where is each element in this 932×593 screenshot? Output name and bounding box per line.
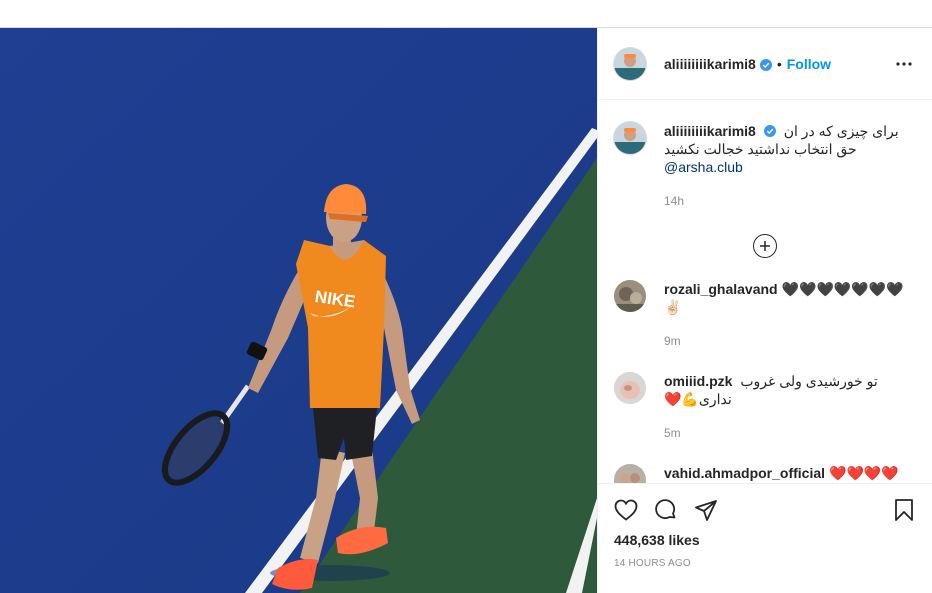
author-avatar[interactable] (614, 47, 646, 80)
plus-circle-icon[interactable] (753, 234, 777, 258)
tennis-player-photo: NIKE (0, 28, 597, 593)
top-bar (0, 0, 932, 28)
comment-item: vahid.ahmadpor_official ❤️❤️❤️❤️ (614, 464, 916, 483)
caption-avatar[interactable] (614, 122, 646, 154)
load-more-comments (614, 234, 916, 258)
verified-badge-icon (759, 58, 772, 71)
comment-time: 9m (664, 334, 681, 348)
comment-item: omiiid.pzk تو خورشیدی ولی غروب نداری💪❤️ … (614, 372, 916, 442)
comment-text: ❤️❤️❤️❤️ (829, 465, 899, 481)
post-actions: 448,638 likes 14 HOURS AGO (598, 483, 932, 593)
post-timestamp[interactable]: 14 HOURS AGO (614, 558, 916, 569)
verified-badge-icon (763, 123, 776, 137)
post-container: NIKE aliiiiiiiikarimi8 • Follow aliiiiii… (0, 28, 932, 593)
post-header: aliiiiiiiikarimi8 • Follow (598, 28, 932, 100)
caption-username[interactable]: aliiiiiiiikarimi8 (664, 123, 756, 139)
commenter-avatar[interactable] (614, 464, 646, 483)
commenter-avatar[interactable] (614, 280, 646, 312)
caption-text-line1: برای چیزی که در ان (783, 123, 899, 139)
action-icons-row (614, 484, 916, 530)
comment-item: rozali_ghalavand 🖤🖤🖤🖤🖤🖤🖤✌🏻 9m (614, 280, 916, 350)
comment-username[interactable]: vahid.ahmadpor_official (664, 465, 825, 481)
comment-text-line1: تو خورشیدی ولی غروب (740, 373, 878, 389)
comment-username[interactable]: rozali_ghalavand (664, 281, 778, 297)
post-side-panel: aliiiiiiiikarimi8 • Follow aliiiiiiiikar… (597, 28, 932, 593)
more-options-icon[interactable] (892, 52, 916, 76)
post-image[interactable]: NIKE (0, 28, 597, 593)
caption-text-line2: حق انتخاب نداشتید خجالت نکشید (664, 141, 857, 157)
heart-icon[interactable] (614, 498, 638, 522)
separator-dot: • (776, 55, 782, 72)
caption-time: 14h (664, 194, 685, 208)
caption-mention-link[interactable]: @arsha.club (664, 158, 916, 176)
paper-plane-icon[interactable] (694, 498, 718, 522)
comment-text-line2: نداری💪❤️ (664, 391, 732, 407)
likes-count[interactable]: 448,638 likes (614, 532, 916, 548)
caption: aliiiiiiiikarimi8 برای چیزی که در ان حق … (614, 100, 916, 210)
comments-section: aliiiiiiiikarimi8 برای چیزی که در ان حق … (598, 100, 932, 483)
comment-icon[interactable] (654, 498, 678, 522)
commenter-avatar[interactable] (614, 372, 646, 404)
author-username[interactable]: aliiiiiiiikarimi8 (664, 56, 756, 72)
comment-username[interactable]: omiiid.pzk (664, 373, 732, 389)
bookmark-icon[interactable] (892, 498, 916, 522)
comment-time: 5m (664, 426, 681, 440)
follow-button[interactable]: Follow (787, 56, 831, 72)
